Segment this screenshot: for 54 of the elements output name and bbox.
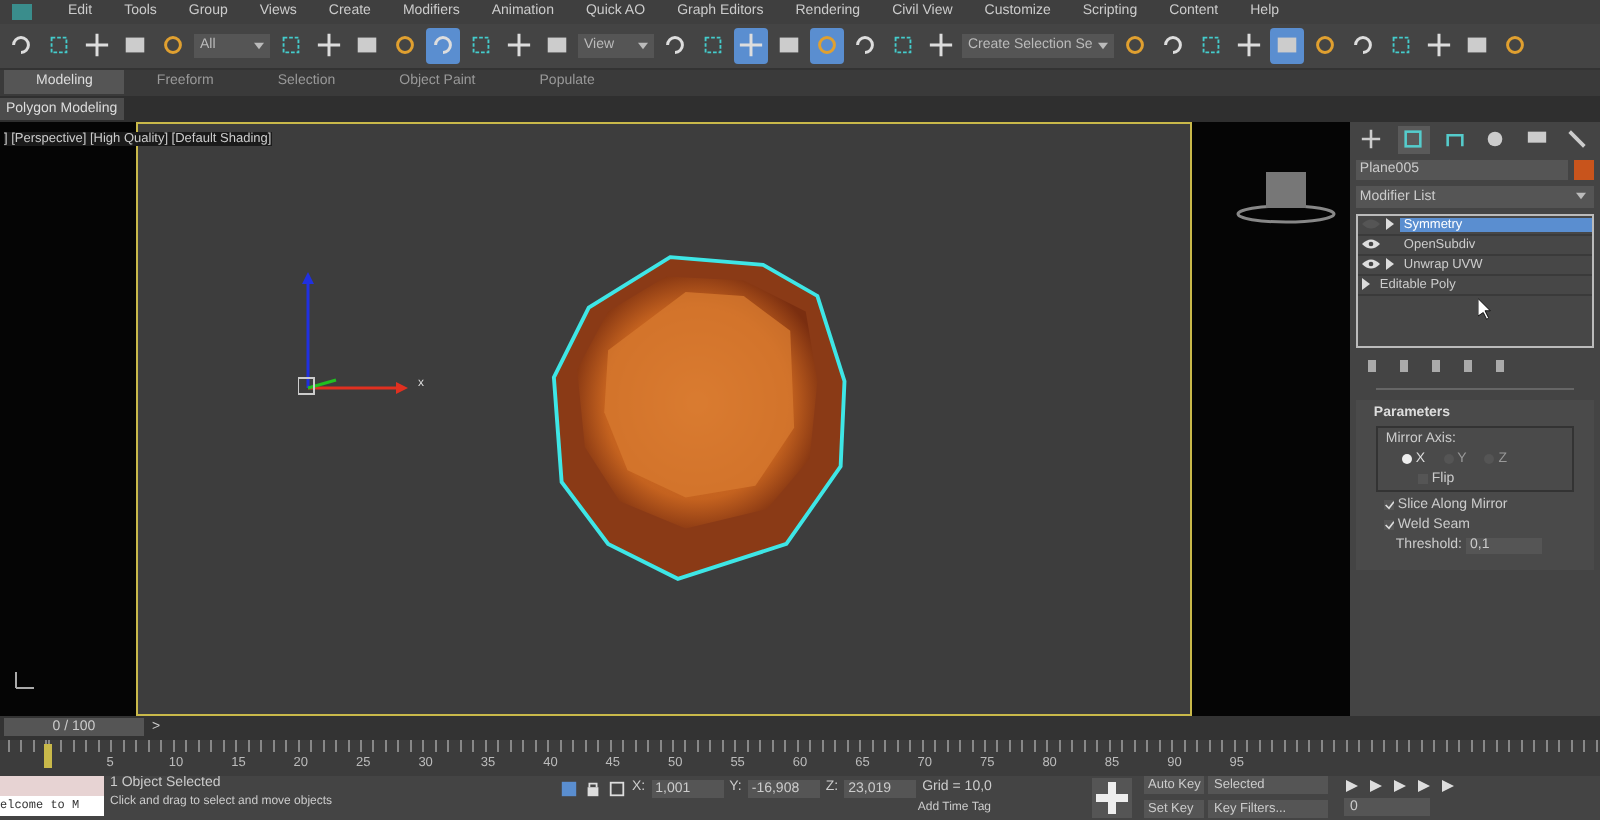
- toolbar-icon: [814, 32, 840, 59]
- toolbar-icon: [506, 32, 532, 59]
- toolbar-icon: [8, 32, 34, 59]
- toolbar-icon: [160, 32, 186, 59]
- expand-arrow-icon[interactable]: [1385, 258, 1394, 271]
- toolbar-button[interactable]: [1270, 27, 1305, 64]
- toolbar-icon: [278, 32, 304, 59]
- toolbar-icon: [84, 32, 110, 59]
- command-tab-icon: [1402, 128, 1425, 151]
- toolbar-icon: [1350, 32, 1377, 59]
- toolbar-icon: [928, 32, 954, 59]
- app-logo-icon[interactable]: [8, 1, 36, 22]
- toolbar-icon: [1198, 32, 1225, 59]
- lock-icon[interactable]: [584, 780, 602, 798]
- expand-arrow-icon[interactable]: [1361, 278, 1370, 291]
- toolbar-icon: [392, 32, 418, 59]
- toolbar-icon: [1502, 32, 1529, 59]
- isolate-icon[interactable]: [560, 780, 578, 798]
- toolbar-button[interactable]: [426, 27, 460, 64]
- command-tab-icon: [1484, 128, 1507, 151]
- toolbar-icon: [1312, 32, 1339, 59]
- caret-icon: [1098, 41, 1109, 50]
- add-key-icon[interactable]: [1092, 778, 1132, 818]
- toolbar-icon: [468, 32, 494, 59]
- expand-arrow-icon[interactable]: [1385, 218, 1394, 231]
- toolbar-icon: [1122, 32, 1149, 59]
- caret-icon: [638, 41, 648, 50]
- transform-mode-icon[interactable]: [608, 780, 626, 798]
- caret-icon: [254, 41, 264, 50]
- toolbar-icon: [700, 32, 726, 59]
- toolbar-icon: [430, 32, 456, 59]
- object-color-swatch[interactable]: [1574, 159, 1594, 180]
- command-tab-icon: [1360, 128, 1383, 151]
- command-panel-tab[interactable]: [1397, 125, 1430, 154]
- toolbar-button[interactable]: [810, 27, 844, 64]
- command-tab-icon: [1443, 128, 1466, 151]
- toolbar-icon: [1236, 32, 1263, 59]
- toolbar-icon: [1426, 32, 1453, 59]
- mouse-cursor-icon: [1477, 297, 1492, 320]
- toolbar-icon: [1160, 32, 1187, 59]
- toolbar-button[interactable]: [734, 27, 768, 64]
- toolbar-icon: [316, 32, 342, 59]
- toolbar-icon: [890, 32, 916, 59]
- toolbar-icon: [662, 32, 688, 59]
- command-tab-icon: [1566, 128, 1589, 151]
- toolbar-icon: [738, 32, 764, 59]
- eye-icon[interactable]: [1361, 238, 1380, 251]
- toolbar-icon: [1388, 32, 1415, 59]
- toolbar-icon: [46, 32, 72, 59]
- maxscript-input-field[interactable]: [0, 776, 104, 796]
- eye-icon[interactable]: [1361, 258, 1380, 271]
- caret-icon: [1576, 192, 1586, 201]
- toolbar-icon: [852, 32, 878, 59]
- axis-tripod-icon: [12, 668, 36, 693]
